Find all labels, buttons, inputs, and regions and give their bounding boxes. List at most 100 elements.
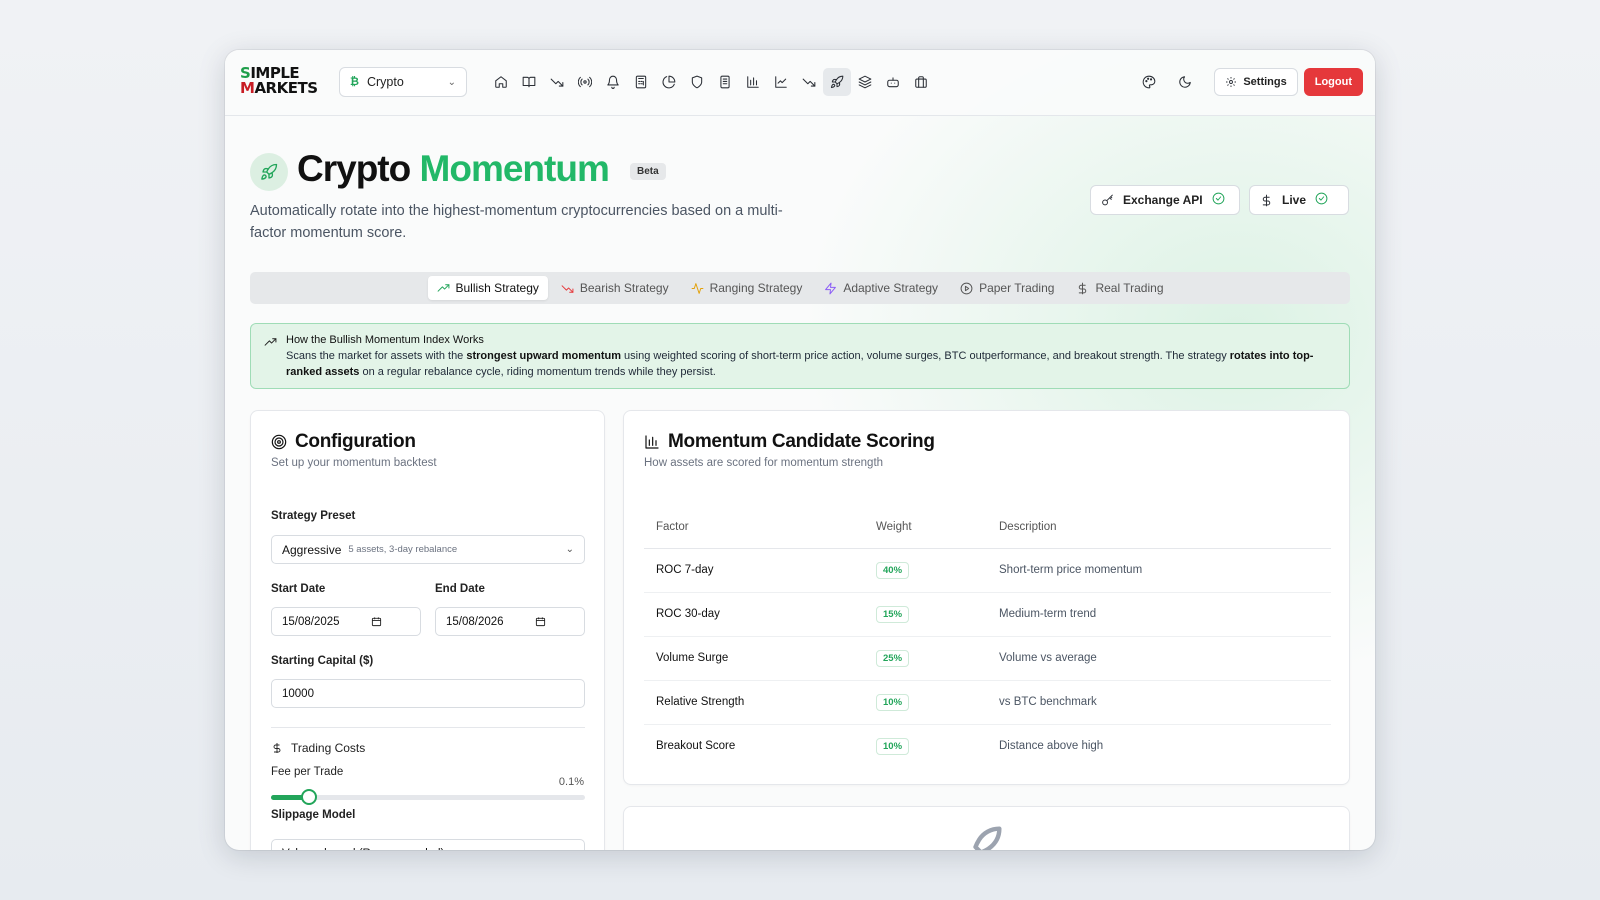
column-header: Factor bbox=[644, 506, 864, 549]
slippage-model-label: Slippage Model bbox=[271, 809, 356, 821]
weight-badge: 10% bbox=[876, 693, 910, 711]
table-row: Relative Strength 10% vs BTC benchmark bbox=[644, 680, 1331, 725]
trend-up-icon bbox=[264, 336, 277, 354]
live-status[interactable]: Live bbox=[1249, 185, 1349, 215]
brand-logo[interactable]: SIMPLE MARKETS bbox=[240, 66, 322, 100]
fee-slider-thumb[interactable] bbox=[300, 789, 317, 805]
table-row: ROC 30-day 15% Medium-term trend bbox=[644, 592, 1331, 637]
exchange-api-status[interactable]: Exchange API bbox=[1090, 185, 1240, 215]
weight-badge: 15% bbox=[876, 605, 910, 623]
dollar-icon bbox=[1262, 194, 1271, 206]
radio-icon[interactable] bbox=[571, 68, 599, 96]
top-navbar: SIMPLE MARKETS ₿ Crypto ⌄ Settings Logou… bbox=[225, 50, 1375, 116]
bar-chart-icon[interactable] bbox=[739, 68, 767, 96]
factor-table: Factor Weight Description ROC 7-day 40% … bbox=[644, 506, 1331, 768]
info-body: Scans the market for assets with the str… bbox=[286, 350, 1314, 378]
trend-down-icon[interactable] bbox=[543, 68, 571, 96]
table-row: Volume Surge 25% Volume vs average bbox=[644, 636, 1331, 681]
bitcoin-icon: ₿ bbox=[350, 76, 359, 88]
weight-badge: 10% bbox=[876, 737, 910, 755]
check-circle-icon bbox=[1212, 192, 1225, 208]
configuration-subtitle: Set up your momentum backtest bbox=[271, 457, 437, 469]
logout-button[interactable]: Logout bbox=[1303, 68, 1363, 96]
scoring-title: Momentum Candidate Scoring bbox=[644, 431, 1329, 453]
end-date-label: End Date bbox=[435, 583, 485, 595]
divider bbox=[271, 727, 585, 728]
fee-slider[interactable] bbox=[271, 789, 585, 805]
calendar-icon bbox=[371, 617, 382, 627]
strategy-preset-label: Strategy Preset bbox=[271, 510, 356, 522]
slippage-model-select[interactable]: Volume-based (Recommended) bbox=[271, 839, 585, 850]
configuration-card: Configuration Set up your momentum backt… bbox=[250, 410, 605, 850]
tab-ranging-strategy[interactable]: Ranging Strategy bbox=[682, 276, 812, 300]
chevron-down-icon: ⌄ bbox=[565, 544, 574, 555]
beta-badge: Beta bbox=[630, 163, 666, 180]
layers-icon[interactable] bbox=[851, 68, 879, 96]
tab-adaptive-strategy[interactable]: Adaptive Strategy bbox=[815, 276, 947, 300]
strategy-preset-select[interactable]: Aggressive 5 assets, 3-day rebalance ⌄ bbox=[271, 535, 585, 564]
bot-icon[interactable] bbox=[879, 68, 907, 96]
scoring-card: Momentum Candidate Scoring How assets ar… bbox=[623, 410, 1350, 785]
table-row: ROC 7-day 40% Short-term price momentum bbox=[644, 548, 1331, 593]
gear-icon bbox=[1226, 77, 1237, 87]
end-date-input[interactable]: 15/08/2026 bbox=[435, 607, 585, 636]
check-circle-icon bbox=[1315, 192, 1328, 208]
home-icon[interactable] bbox=[487, 68, 515, 96]
page-subtitle: Automatically rotate into the highest-mo… bbox=[250, 203, 783, 241]
bar-chart-icon bbox=[645, 435, 659, 449]
tab-paper-trading[interactable]: Paper Trading bbox=[951, 276, 1063, 300]
trading-costs-heading: Trading Costs bbox=[271, 741, 365, 755]
scoring-subtitle: How assets are scored for momentum stren… bbox=[644, 457, 884, 469]
start-date-input[interactable]: 15/08/2025 bbox=[271, 607, 421, 636]
start-date-label: Start Date bbox=[271, 583, 326, 595]
rocket-icon[interactable] bbox=[823, 68, 851, 96]
moon-icon[interactable] bbox=[1170, 68, 1200, 96]
calculator-icon[interactable] bbox=[627, 68, 655, 96]
tab-real-trading[interactable]: Real Trading bbox=[1067, 276, 1172, 300]
palette-icon[interactable] bbox=[1134, 68, 1164, 96]
market-selector-value: Crypto bbox=[366, 75, 404, 89]
strategy-info-banner: How the Bullish Momentum Index Works Sca… bbox=[250, 323, 1350, 389]
bell-icon[interactable] bbox=[599, 68, 627, 96]
top-right-actions: Settings Logout bbox=[1134, 68, 1363, 96]
info-title: How the Bullish Momentum Index Works bbox=[286, 334, 484, 346]
column-header: Weight bbox=[864, 506, 987, 549]
weight-badge: 25% bbox=[876, 649, 910, 667]
main-nav bbox=[487, 68, 935, 96]
tab-bearish-strategy[interactable]: Bearish Strategy bbox=[552, 276, 678, 300]
calendar-icon bbox=[535, 617, 546, 627]
book-icon[interactable] bbox=[515, 68, 543, 96]
pie-chart-icon[interactable] bbox=[655, 68, 683, 96]
settings-button[interactable]: Settings bbox=[1214, 68, 1298, 96]
weight-badge: 40% bbox=[876, 561, 910, 579]
play-circle-icon bbox=[960, 282, 973, 294]
rocket-icon bbox=[959, 825, 1003, 850]
table-row: Breakout Score 10% Distance above high bbox=[644, 724, 1331, 768]
dollar-icon bbox=[273, 743, 281, 753]
file-icon[interactable] bbox=[711, 68, 739, 96]
fee-per-trade-value: 0.1% bbox=[558, 776, 584, 788]
results-placeholder-card bbox=[623, 806, 1350, 850]
chevron-down-icon: ⌄ bbox=[447, 76, 456, 88]
tab-bullish-strategy[interactable]: Bullish Strategy bbox=[427, 276, 548, 300]
briefcase-icon[interactable] bbox=[907, 68, 935, 96]
table-header-row: Factor Weight Description bbox=[644, 506, 1331, 549]
fee-per-trade-label: Fee per Trade bbox=[271, 766, 344, 778]
strategy-tabs: Bullish Strategy Bearish Strategy Rangin… bbox=[250, 272, 1350, 304]
zap-icon bbox=[825, 282, 837, 294]
dollar-icon bbox=[1079, 282, 1087, 294]
market-selector[interactable]: ₿ Crypto ⌄ bbox=[339, 67, 467, 97]
rocket-icon bbox=[250, 153, 288, 191]
app-window: SIMPLE MARKETS ₿ Crypto ⌄ Settings Logou… bbox=[225, 50, 1375, 850]
trend-up-icon bbox=[437, 283, 449, 292]
shield-icon[interactable] bbox=[683, 68, 711, 96]
starting-capital-label: Starting Capital ($) bbox=[271, 655, 374, 667]
settings-label: Settings bbox=[1243, 76, 1287, 88]
line-chart-icon[interactable] bbox=[767, 68, 795, 96]
trend-down-icon[interactable] bbox=[795, 68, 823, 96]
trend-down-icon bbox=[561, 284, 574, 293]
configuration-title: Configuration bbox=[271, 431, 584, 453]
starting-capital-input[interactable]: 10000 bbox=[271, 679, 585, 708]
key-icon bbox=[1102, 194, 1113, 205]
target-icon bbox=[271, 434, 287, 450]
